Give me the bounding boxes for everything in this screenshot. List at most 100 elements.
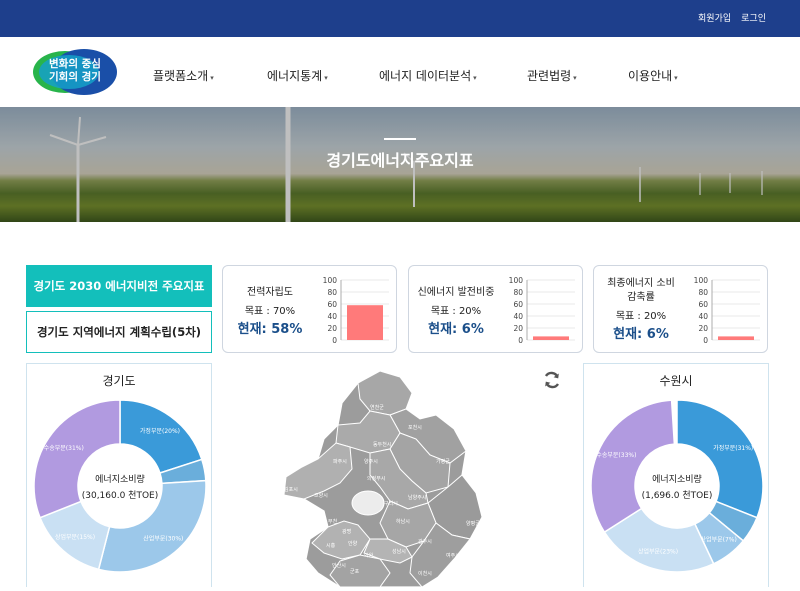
- chevron-down-icon: ▾: [473, 74, 477, 82]
- chevron-down-icon: ▾: [674, 74, 678, 82]
- slice-label: 산업부문(7%): [701, 536, 737, 544]
- indicator-current: 현재: 58%: [237, 322, 303, 337]
- nav-energy-stats[interactable]: 에너지통계 ▾: [267, 67, 328, 84]
- site-logo[interactable]: 변화의 중심 기회의 경기: [33, 47, 117, 97]
- svg-text:의정부시: 의정부시: [367, 475, 385, 482]
- region-map-svg: 연천군 포천시 동두천시 파주시 양주시 의정부시 가평군 고양시 남양주시 구…: [283, 370, 483, 588]
- indicator-card-new-energy-share: 신에너지 발전비중 목표 : 20% 현재: 6% 100 80 60 40 20 0: [408, 265, 583, 353]
- vision-indicators-button[interactable]: 경기도 2030 에너지비전 주요지표: [26, 265, 212, 307]
- indicator-target: 목표 : 70%: [244, 306, 296, 317]
- nav-label: 관련법령: [527, 69, 572, 83]
- nav-usage-guide[interactable]: 이용안내 ▾: [628, 67, 678, 84]
- tick-label: 20: [513, 324, 523, 333]
- tick-label: 100: [509, 276, 524, 285]
- pie-region-title: 수원시: [659, 374, 693, 388]
- svg-text:연천군: 연천군: [370, 404, 384, 411]
- nav-related-laws[interactable]: 관련법령 ▾: [527, 67, 577, 84]
- indicator-name-line-2: 감축률: [627, 292, 655, 303]
- logo-line-2: 기회의 경기: [49, 71, 101, 83]
- svg-text:동두천시: 동두천시: [373, 441, 391, 448]
- pie-region-title: 경기도: [102, 374, 136, 388]
- indicator-bar-chart: 100 80 60 40 20 0: [694, 276, 760, 345]
- tick-label: 80: [698, 288, 708, 297]
- tick-label: 100: [694, 276, 709, 285]
- tick-label: 40: [327, 312, 337, 321]
- pie-panel-suwon: 수원시 가정부문(31%) 산업부문(7%) 상업부문(23%) 수송부문(33%) 에…: [583, 363, 769, 587]
- energy-consumption-donut: 가정부문(31%) 산업부문(7%) 상업부문(23%) 수송부문(33%) 에너지소비…: [590, 399, 764, 573]
- svg-text:파주시: 파주시: [333, 458, 347, 465]
- nav-platform-intro[interactable]: 플랫폼소개 ▾: [153, 67, 214, 84]
- svg-text:구리시: 구리시: [384, 500, 398, 507]
- svg-text:안산시: 안산시: [332, 562, 346, 569]
- indicator-target: 목표 : 20%: [430, 306, 482, 317]
- svg-text:남양주시: 남양주시: [408, 494, 426, 501]
- indicator-bar-chart: 100 80 60 40 20 0: [509, 276, 575, 345]
- svg-text:양주시: 양주시: [364, 458, 378, 465]
- slice-label: 가정부문(31%): [713, 444, 753, 452]
- page-title: 경기도에너지주요지표: [326, 151, 474, 170]
- indicator-bar: [347, 305, 383, 340]
- pie-panel-gyeonggi: 경기도 가정부문(20%) 산업부문(30%) 상업부문(15%) 수송부문(31%)…: [26, 363, 212, 587]
- tick-label: 20: [327, 324, 337, 333]
- energy-consumption-donut: 가정부문(20%) 산업부문(30%) 상업부문(15%) 수송부문(31%) 에너지소…: [33, 399, 207, 573]
- chevron-down-icon: ▾: [573, 74, 577, 82]
- login-link[interactable]: 로그인: [741, 11, 766, 24]
- svg-text:의왕: 의왕: [364, 552, 374, 559]
- indicator-current: 현재: 6%: [613, 327, 669, 342]
- donut-center-value: (30,160.0 천TOE): [82, 490, 159, 501]
- indicator-current: 현재: 6%: [428, 322, 484, 337]
- refresh-icon[interactable]: [542, 370, 562, 390]
- auth-links: 회원가입 로그인: [698, 11, 766, 24]
- nav-label: 플랫폼소개: [153, 69, 209, 83]
- donut-slice: [590, 399, 676, 534]
- svg-text:포천시: 포천시: [408, 424, 422, 431]
- chevron-down-icon: ▾: [210, 74, 214, 82]
- top-utility-bar: 회원가입 로그인: [0, 0, 800, 37]
- slice-label: 수송부문(31%): [44, 444, 84, 452]
- indicator-card-power-self-sufficiency: 전력자립도 목표 : 70% 현재: 58% 100 80 60 40 20 0: [222, 265, 397, 353]
- gyeonggi-map[interactable]: 연천군 포천시 동두천시 파주시 양주시 의정부시 가평군 고양시 남양주시 구…: [240, 363, 580, 588]
- tick-label: 100: [323, 276, 338, 285]
- donut-center-value: (1,696.0 천TOE): [642, 490, 713, 501]
- svg-text:시흥: 시흥: [326, 542, 336, 549]
- svg-text:여주시: 여주시: [446, 552, 460, 559]
- site-header: 변화의 중심 기회의 경기 플랫폼소개 ▾ 에너지통계 ▾ 에너지 데이터분석 ▾ 관…: [0, 37, 800, 107]
- svg-text:군포: 군포: [350, 569, 360, 575]
- hero-banner: 경기도에너지주요지표: [0, 107, 800, 222]
- chevron-down-icon: ▾: [324, 74, 328, 82]
- nav-label: 에너지통계: [267, 69, 323, 83]
- indicator-card-final-energy-reduction: 최종에너지 소비 감축률 목표 : 20% 현재: 6% 100 80 60 40 20…: [593, 265, 768, 353]
- tick-label: 80: [513, 288, 523, 297]
- svg-text:이천시: 이천시: [418, 570, 432, 577]
- regional-plan-button[interactable]: 경기도 지역에너지 계획수립(5차): [26, 311, 212, 353]
- svg-text:김포시: 김포시: [284, 486, 298, 493]
- svg-text:부천: 부천: [328, 518, 338, 525]
- tick-label: 0: [703, 336, 708, 345]
- svg-text:가평군: 가평군: [436, 458, 450, 465]
- tick-label: 40: [513, 312, 523, 321]
- logo-text: 변화의 중심 기회의 경기: [33, 58, 117, 84]
- tick-label: 40: [698, 312, 708, 321]
- donut-center-label: 에너지소비량: [652, 473, 702, 485]
- svg-text:고양시: 고양시: [314, 492, 328, 499]
- indicator-bar-chart: 100 80 60 40 20 0: [323, 276, 389, 345]
- logo-line-1: 변화의 중심: [49, 58, 101, 70]
- tick-label: 0: [332, 336, 337, 345]
- indicator-name: 전력자립도: [247, 287, 293, 298]
- svg-text:성남시: 성남시: [392, 548, 406, 555]
- tick-label: 20: [698, 324, 708, 333]
- indicator-bar: [533, 336, 569, 340]
- nav-energy-data-analysis[interactable]: 에너지 데이터분석 ▾: [379, 67, 477, 84]
- slice-label: 산업부문(30%): [143, 534, 183, 542]
- indicator-bar: [718, 336, 754, 340]
- svg-text:양평군: 양평군: [466, 520, 480, 527]
- svg-text:안양: 안양: [348, 540, 358, 547]
- indicator-target: 목표 : 20%: [615, 311, 667, 322]
- signup-link[interactable]: 회원가입: [698, 11, 731, 24]
- tick-label: 60: [698, 300, 708, 309]
- slice-label: 상업부문(23%): [638, 547, 678, 555]
- svg-text:광주시: 광주시: [418, 538, 432, 545]
- donut-slice: [119, 399, 203, 474]
- tick-label: 60: [327, 300, 337, 309]
- tick-label: 60: [513, 300, 523, 309]
